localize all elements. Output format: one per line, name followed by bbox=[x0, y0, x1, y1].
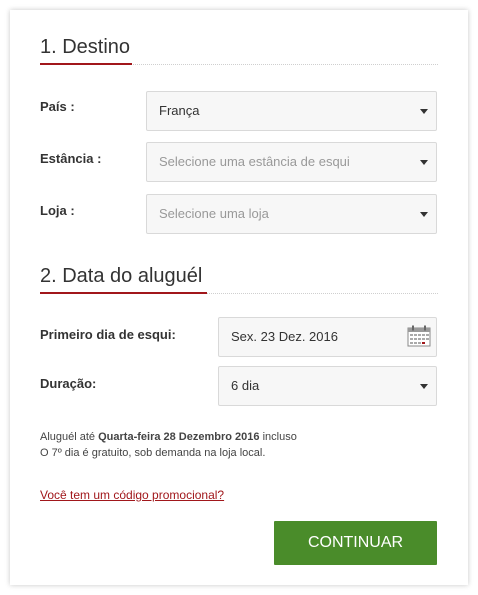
promo-code-link[interactable]: Você tem um código promocional? bbox=[40, 488, 224, 502]
shop-select[interactable]: Selecione uma loja bbox=[146, 194, 437, 234]
resort-placeholder: Selecione uma estância de esqui bbox=[159, 154, 350, 169]
duration-label: Duração: bbox=[40, 376, 97, 391]
section-title-rental-date: 2. Data do aluguél bbox=[40, 265, 203, 287]
country-select[interactable]: França bbox=[146, 91, 437, 131]
rental-info: Aluguél até Quarta-feira 28 Dezembro 201… bbox=[40, 429, 297, 461]
country-label: País : bbox=[40, 99, 75, 114]
continue-button[interactable]: CONTINUAR bbox=[274, 521, 437, 565]
resort-select[interactable]: Selecione uma estância de esqui bbox=[146, 142, 437, 182]
chevron-down-icon bbox=[420, 212, 428, 217]
first-day-value: Sex. 23 Dez. 2016 bbox=[231, 329, 338, 344]
duration-select[interactable]: 6 dia bbox=[218, 366, 437, 406]
chevron-down-icon bbox=[420, 160, 428, 165]
rental-info-prefix: Aluguél até bbox=[40, 431, 99, 443]
shop-label: Loja : bbox=[40, 203, 75, 218]
duration-value: 6 dia bbox=[231, 378, 260, 393]
country-value: França bbox=[159, 103, 200, 118]
first-day-date-input[interactable]: Sex. 23 Dez. 2016 bbox=[218, 317, 437, 357]
section-title-destination: 1. Destino bbox=[40, 36, 131, 58]
chevron-down-icon bbox=[420, 384, 428, 389]
first-day-label: Primeiro dia de esqui: bbox=[40, 327, 176, 342]
chevron-down-icon bbox=[420, 109, 428, 114]
booking-form-card: 1. Destino País : França Estância : Sele… bbox=[10, 10, 468, 585]
calendar-icon[interactable] bbox=[407, 325, 431, 347]
section-title-underline bbox=[40, 63, 132, 65]
free-day-note: O 7º dia é gratuito, sob demanda na loja… bbox=[40, 447, 266, 459]
resort-label: Estância : bbox=[40, 151, 102, 166]
section-title-underline bbox=[40, 292, 207, 294]
shop-placeholder: Selecione uma loja bbox=[159, 206, 269, 221]
rental-end-date: Quarta-feira 28 Dezembro 2016 bbox=[98, 431, 260, 443]
rental-info-suffix: incluso bbox=[259, 431, 297, 443]
